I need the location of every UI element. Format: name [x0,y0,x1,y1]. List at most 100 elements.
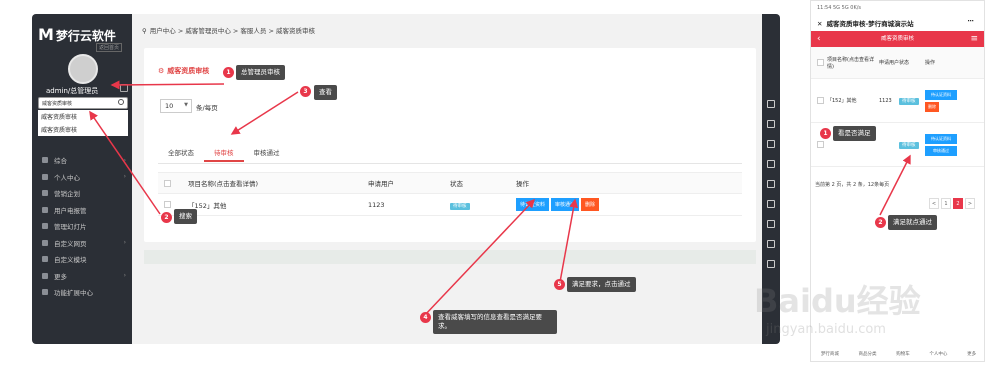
view-info-button[interactable]: 待认证资料 [516,198,550,211]
search-icon[interactable] [118,99,124,105]
page-title: 威客资质审核-梦行商城演示站 [826,20,914,28]
watermark: Baidu经验 [754,282,921,320]
sidebar-item-label: 营销企划 [54,190,80,199]
menu-icon [42,256,48,263]
sidebar-item[interactable]: 功能扩展中心 [32,284,132,301]
row-name[interactable]: 「152」其他 [827,97,879,104]
list-icon[interactable] [767,200,775,208]
menu-icon [42,157,48,164]
cart-icon[interactable] [767,180,775,188]
user-name: admin/总管理员 [46,87,99,95]
nav-more[interactable]: 更多 [967,351,976,357]
delete-button[interactable]: 删除 [581,198,600,211]
page-2-button[interactable]: 2 [953,198,963,209]
col-status: 状态 [450,180,463,188]
nav-cart[interactable]: 购物车 [896,351,910,357]
footer-band [144,250,756,264]
nav-home[interactable]: 梦行商城 [821,351,839,357]
user-icon[interactable] [767,220,775,228]
row-checkbox[interactable] [817,97,824,104]
callout-search: 搜索 [174,209,197,225]
next-page-button[interactable]: > [965,198,975,209]
tab-pending[interactable]: 待审核 [204,144,244,162]
caret-down-icon: ▼ [184,102,188,108]
page-1-button[interactable]: 1 [941,198,951,209]
search-results: 威客资质审核 威客资质审核 [38,110,128,136]
grid-icon[interactable] [767,160,775,168]
page-size-select[interactable]: 10 ▼ [160,99,192,113]
approve-button[interactable]: 审核通过 [551,198,580,211]
callout-approve-mobile: 满足就点通过 [888,215,937,231]
sidebar-item[interactable]: 自定义网页 › [32,235,132,252]
chevron-right-icon: › [123,173,126,181]
col-user: 申请用户 [879,60,900,66]
row-checkbox[interactable] [164,201,171,208]
sidebar-item-label: 个人中心 [54,173,80,182]
prev-page-button[interactable]: < [929,198,939,209]
settings-icon: ⚙ [158,67,165,75]
sidebar-item[interactable]: 营销企划 [32,185,132,202]
menu-icon[interactable]: ≡ [970,31,978,47]
page-size-label: 条/每页 [196,104,218,112]
col-name: 项目名称(点击查看详情) [188,180,259,188]
search-result-item[interactable]: 威客资质审核 [38,123,128,136]
delete-button[interactable]: 删除 [925,101,939,112]
step-number: 2 [161,212,172,223]
menu-icon [42,190,48,197]
view-info-button[interactable]: 待认证资料 [925,89,957,100]
sidebar-item[interactable]: 管理幻灯片 [32,218,132,235]
search-result-item[interactable]: 威客资质审核 [38,110,128,123]
approve-button[interactable]: 审核通过 [925,145,957,156]
callout-approve: 满足要求，点击通过 [567,277,636,293]
callout-admin-review: 总管理员审核 [236,65,285,81]
menu-search-input[interactable]: 威客资质审核 [38,97,128,109]
nav-category[interactable]: 商品分类 [859,351,877,357]
step-number: 4 [420,312,431,323]
logo[interactable]: M 梦行云软件 [38,25,116,44]
tab-approved[interactable]: 审核通过 [244,144,290,162]
more-icon[interactable]: ⋯ [968,17,975,25]
status-badge: 待审核 [899,141,919,149]
select-all-checkbox[interactable] [164,179,171,187]
message-icon[interactable] [767,120,775,128]
col-status: 状态 [899,60,910,66]
sidebar-item-label: 综合 [54,157,67,166]
row-name[interactable]: 「152」其他 [188,200,368,210]
nav-profile[interactable]: 个人中心 [929,351,947,357]
sidebar-item-label: 管理幻灯片 [54,223,87,232]
copy-icon[interactable] [120,84,128,92]
view-info-button[interactable]: 待认证资料 [925,133,957,144]
avatar[interactable] [68,54,98,84]
sidebar-item-label: 自定义模块 [54,256,87,265]
home-link[interactable]: 返回首页 [96,43,123,52]
sidebar-item[interactable]: 自定义模块 [32,251,132,268]
sidebar-item[interactable]: 综合 › [32,152,132,169]
row-checkbox[interactable] [817,141,824,148]
callout-check-mobile: 看是否满足 [833,126,876,142]
admin-window: M 梦行云软件 返回首页 admin/总管理员 威客资质审核 威客资质审核 威客资… [32,14,780,344]
pager-summary: 当前第 2 页，共 2 条，12条每页 [815,182,890,188]
select-all-checkbox[interactable] [817,59,824,66]
back-icon[interactable]: ‹ [817,31,821,47]
menu-icon [42,272,48,279]
col-user: 申请用户 [368,180,394,188]
close-icon[interactable]: ✕ [817,20,822,28]
location-icon: ⚲ [142,27,147,35]
main-content: ⚲ 用户中心 > 威客管理员中心 > 客服人员 > 威客资质审核 ⚙ 威客资质审核 … [132,14,762,344]
callout-view: 查看 [314,85,337,101]
mobile-header: ‹ 威客资质审核 ≡ [811,31,984,47]
breadcrumb-text[interactable]: 用户中心 > 威客管理员中心 > 客服人员 > 威客资质审核 [150,27,315,35]
tab-all[interactable]: 全部状态 [158,144,204,162]
sidebar-item[interactable]: 更多 › [32,268,132,285]
menu-icon [42,223,48,230]
print-icon[interactable] [767,260,775,268]
col-actions: 操作 [925,60,936,66]
star-icon[interactable] [767,240,775,248]
sidebar-item[interactable]: 用户电报管 [32,202,132,219]
sidebar-item[interactable]: 个人中心 › [32,169,132,186]
chevron-right-icon: › [123,272,126,280]
edit-icon[interactable] [767,140,775,148]
link-icon[interactable] [767,100,775,108]
col-name: 项目名称(点击查看详情) [827,56,874,70]
tabs-divider [158,163,742,164]
